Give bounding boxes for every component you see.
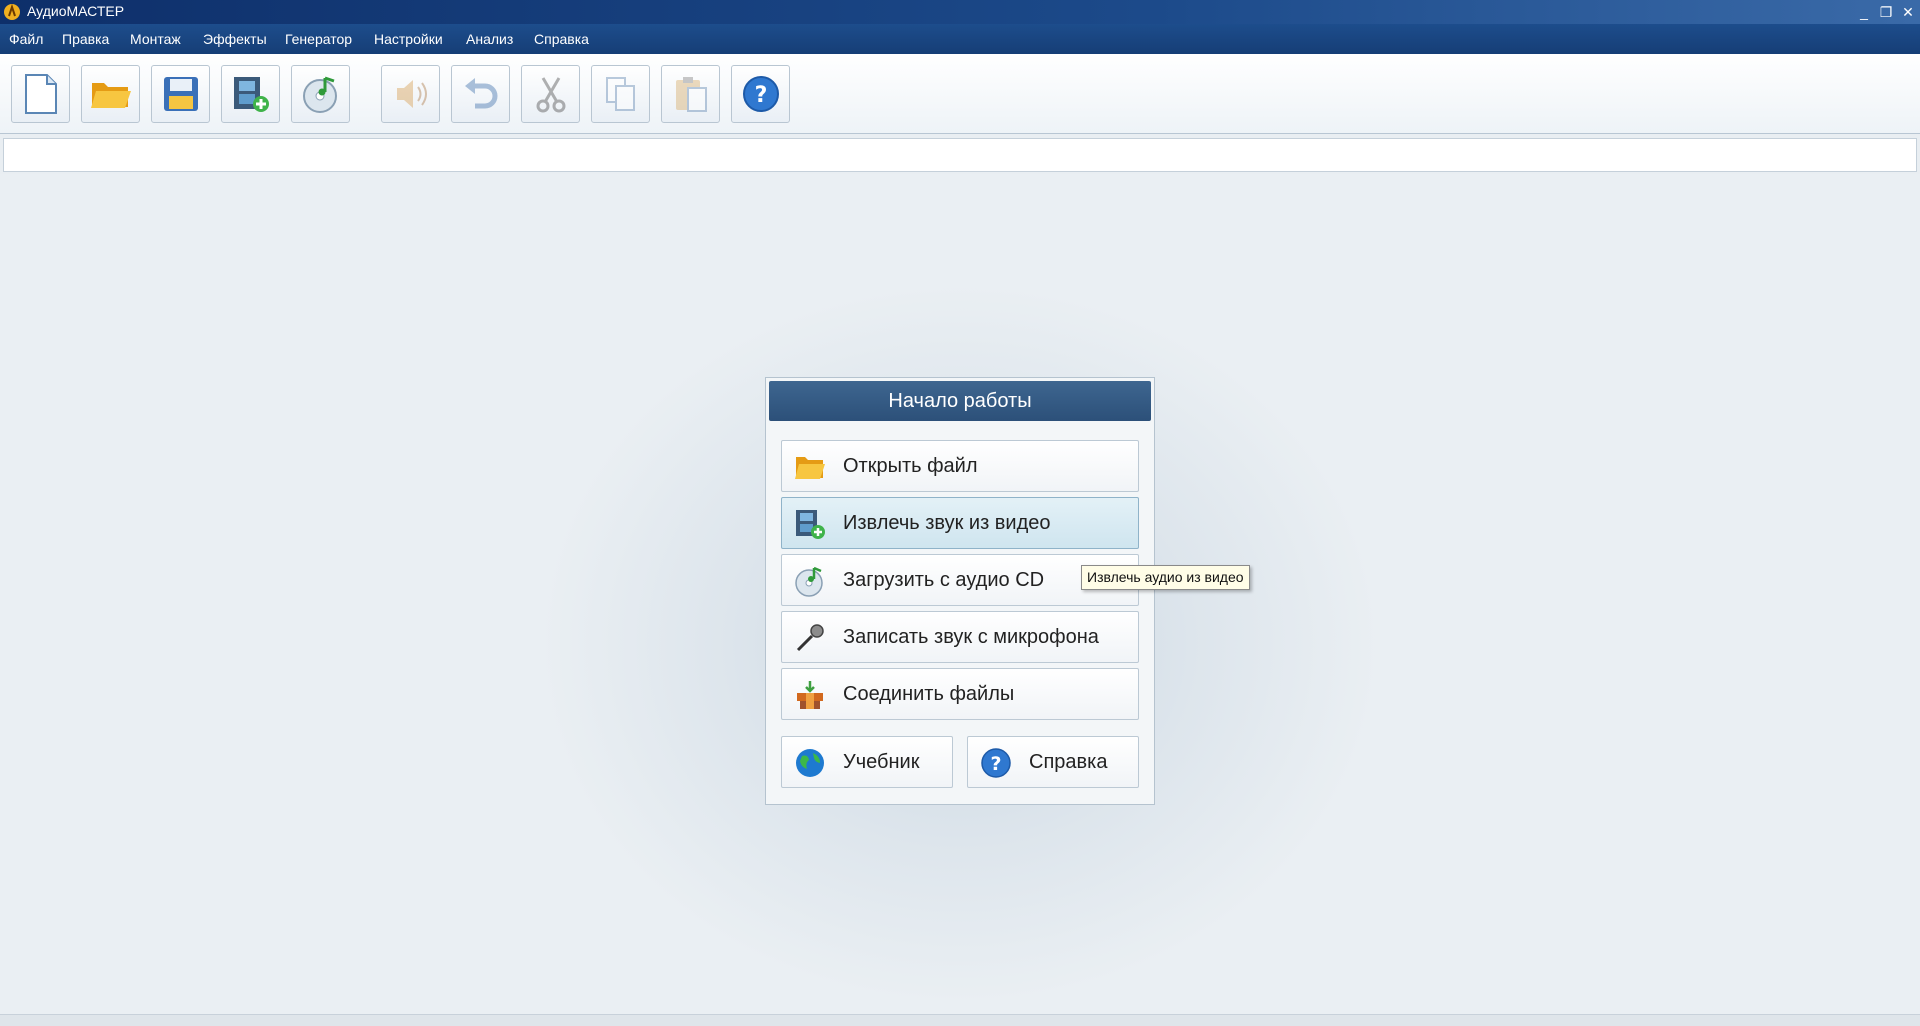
new-file-icon — [24, 74, 57, 114]
join-files-icon — [797, 681, 823, 709]
open-file-label: Открыть файл — [843, 455, 978, 477]
audio-cd-icon — [302, 76, 337, 113]
status-strip — [0, 1014, 1920, 1026]
paste-icon — [675, 77, 707, 112]
join-files-action[interactable]: Соединить файлы — [781, 668, 1139, 720]
join-files-label: Соединить файлы — [843, 683, 1015, 705]
save-icon — [163, 77, 198, 111]
cut-icon — [536, 77, 565, 113]
extract-audio-label: Извлечь звук из видео — [843, 512, 1051, 534]
menu-edit[interactable]: Правка — [62, 31, 109, 47]
help-button[interactable]: ? — [731, 65, 790, 123]
address-strip — [3, 138, 1917, 172]
svg-text:?: ? — [990, 753, 1001, 775]
extract-video-button[interactable] — [221, 65, 280, 123]
restore-button[interactable]: ❐ — [1876, 2, 1896, 22]
record-mic-label: Записать звук с микрофона — [843, 626, 1099, 648]
extract-video-icon — [233, 77, 269, 112]
new-file-button[interactable] — [11, 65, 70, 123]
record-mic-action[interactable]: Записать звук с микрофона — [781, 611, 1139, 663]
audio-cd-button[interactable] — [291, 65, 350, 123]
globe-icon — [796, 749, 824, 777]
undo-icon — [464, 78, 497, 109]
microphone-icon — [796, 624, 824, 652]
play-speaker-icon — [396, 80, 427, 108]
menu-bar: Файл Правка Монтаж Эффекты Генератор Нас… — [0, 24, 1920, 54]
window-title: АудиоМАСТЕР — [27, 3, 125, 19]
menu-analysis[interactable]: Анализ — [466, 31, 513, 47]
paste-button[interactable] — [661, 65, 720, 123]
help-panel-button[interactable]: ? Справка — [967, 736, 1139, 788]
title-bar: АудиоМАСТЕР _ ❐ ✕ — [0, 0, 1920, 24]
cut-button[interactable] — [521, 65, 580, 123]
menu-help[interactable]: Справка — [534, 31, 589, 47]
copy-icon — [605, 77, 635, 111]
minimize-button[interactable]: _ — [1854, 2, 1874, 22]
menu-generator[interactable]: Генератор — [285, 31, 352, 47]
load-cd-label: Загрузить с аудио CD — [843, 569, 1045, 591]
start-panel-title: Начало работы — [769, 381, 1151, 421]
open-folder-icon — [795, 457, 825, 479]
close-button[interactable]: ✕ — [1898, 2, 1918, 22]
play-button[interactable] — [381, 65, 440, 123]
menu-montage[interactable]: Монтаж — [130, 31, 181, 47]
open-file-button[interactable] — [81, 65, 140, 123]
menu-settings[interactable]: Настройки — [374, 31, 443, 47]
open-folder-icon — [90, 83, 131, 108]
toolbar: ? — [0, 54, 1920, 134]
copy-button[interactable] — [591, 65, 650, 123]
open-file-action[interactable]: Открыть файл — [781, 440, 1139, 492]
start-panel: Начало работы Открыть файл Извлечь звук … — [765, 377, 1155, 805]
extract-audio-action[interactable]: Извлечь звук из видео — [781, 497, 1139, 549]
undo-button[interactable] — [451, 65, 510, 123]
app-logo-icon — [4, 3, 20, 20]
menu-file[interactable]: Файл — [9, 31, 43, 47]
tooltip: Извлечь аудио из видео — [1081, 565, 1250, 590]
help-icon: ? — [981, 748, 1011, 778]
help-icon: ? — [742, 76, 779, 112]
save-button[interactable] — [151, 65, 210, 123]
help-panel-label: Справка — [1029, 751, 1108, 773]
menu-effects[interactable]: Эффекты — [203, 31, 267, 47]
tutorial-button[interactable]: Учебник — [781, 736, 953, 788]
extract-video-icon — [796, 510, 825, 539]
svg-text:?: ? — [754, 83, 767, 108]
tutorial-label: Учебник — [843, 751, 920, 773]
audio-cd-icon — [795, 566, 823, 597]
